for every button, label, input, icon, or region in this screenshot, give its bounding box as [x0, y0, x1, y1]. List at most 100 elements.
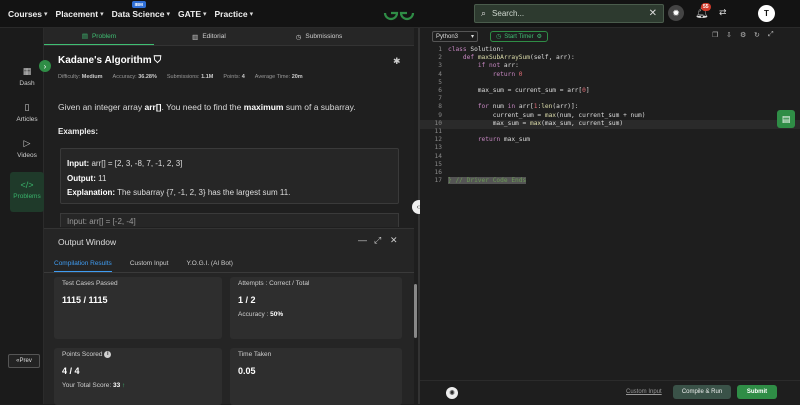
lightbulb-icon[interactable]: ✺ — [446, 387, 458, 399]
custom-input-link[interactable]: Custom Input — [626, 389, 662, 395]
editorial-icon: ▥ — [192, 33, 199, 41]
reset-icon[interactable]: ↻ — [754, 31, 760, 39]
search-icon: ⌕ — [481, 8, 487, 18]
info-icon[interactable]: i — [104, 351, 112, 358]
examples-heading: Examples: — [58, 127, 99, 136]
nav-data-science[interactable]: IBM Data Science ▾ — [112, 0, 171, 19]
problem-tabs: ▤ Problem ▥ Editorial ◷ Submissions — [44, 28, 414, 46]
code-line: 11 — [434, 128, 442, 135]
close-icon[interactable]: ✕ — [649, 8, 657, 19]
arrow-up-icon: ↑ — [122, 382, 126, 390]
language-select[interactable]: Python3 ▾ — [432, 31, 478, 42]
play-icon: ▷ — [23, 138, 31, 148]
example-card-partial: Input: arr[] = [-2, -4] — [60, 213, 399, 227]
code-line: 16 — [434, 169, 442, 176]
code-line: 5 — [438, 78, 442, 86]
code-line: 2 def maxSubArraySum(self, arr): — [438, 54, 575, 62]
code-line: 8 for num in arr[1:len(arr)]: — [438, 103, 579, 111]
tab-problem[interactable]: ▤ Problem — [44, 28, 154, 45]
chevron-down-icon: ▾ — [249, 10, 254, 18]
example-card: Input: arr[] = [2, 3, -8, 7, -1, 2, 3] O… — [60, 148, 399, 204]
prev-button[interactable]: « Prev — [8, 354, 40, 368]
maximize-icon[interactable]: ⤢ — [374, 235, 381, 246]
nav-placement[interactable]: Placement ▾ — [56, 9, 104, 19]
output-title: Output Window — [58, 237, 117, 247]
submit-button[interactable]: Submit — [737, 385, 777, 399]
code-line: 12 return max_sum — [434, 136, 530, 144]
compile-run-button[interactable]: Compile & Run — [673, 385, 731, 399]
timer-icon: ◷ — [496, 34, 502, 40]
attempts-value: 1 / 2 — [238, 295, 256, 305]
points-value: 4 / 4 — [62, 366, 80, 377]
nav-practice[interactable]: Practice ▾ — [215, 9, 254, 19]
editor-footer: ✺ Custom Input Compile & Run Submit — [420, 380, 800, 404]
rail-item-videos[interactable]: ▷ Videos — [10, 138, 44, 159]
tab-compilation-results[interactable]: Compilation Results — [54, 255, 112, 272]
time-value: 0.05 — [238, 366, 256, 376]
expand-sidebar-icon[interactable]: › — [39, 60, 51, 72]
accuracy-line: Accuracy : 50% — [238, 311, 284, 318]
code-line: 13 — [434, 144, 442, 152]
code-line: 4 return 0 — [438, 70, 523, 78]
chevron-down-icon: ▾ — [100, 10, 104, 18]
chevron-down-icon: ▾ — [470, 34, 474, 40]
settings-icon[interactable]: ⚙ — [740, 31, 746, 39]
search-input[interactable]: Search... — [492, 9, 643, 18]
copy-icon[interactable]: ❐ — [712, 31, 718, 39]
chevron-down-icon: ▾ — [203, 10, 207, 18]
test-cases-value: 1115 / 1115 — [62, 295, 108, 305]
bug-report-icon[interactable]: ✱ — [393, 56, 401, 67]
code-line: 10 max_sum = max(max_sum, current_sum) — [434, 119, 624, 127]
minimize-icon[interactable]: — — [358, 235, 367, 245]
chat-icon[interactable]: ▤ — [777, 110, 795, 128]
rail-item-problems[interactable]: </> Problems — [10, 172, 44, 212]
total-score-line: Your Total Score: 33 ↑ — [62, 382, 126, 390]
tab-custom-input[interactable]: Custom Input — [130, 255, 169, 272]
rail-item-articles[interactable]: ▯ Articles — [10, 102, 44, 123]
notification-badge: 55 — [701, 3, 711, 11]
problem-meta: Difficulty: Medium Accuracy: 36.28% Subm… — [58, 74, 303, 80]
document-icon: ▤ — [81, 33, 88, 40]
avatar[interactable]: T — [758, 5, 775, 22]
bookmark-icon[interactable]: ⛉ — [154, 55, 162, 66]
gfg-logo[interactable] — [382, 4, 416, 22]
tab-submissions[interactable]: ◷ Submissions — [264, 28, 374, 45]
ibm-badge: IBM — [131, 0, 146, 8]
problem-title: Kadane's Algorithm ⛉ — [58, 55, 162, 66]
output-scrollbar[interactable] — [414, 284, 417, 338]
search-bar[interactable]: ⌕ Search... ✕ — [474, 4, 664, 23]
nav-courses[interactable]: Courses ▾ — [8, 9, 48, 19]
test-cases-card: Test Cases Passed 1115 / 1115 — [54, 277, 222, 339]
fullscreen-icon[interactable]: ⤢ — [768, 31, 774, 39]
tab-yogi-ai-bot[interactable]: Y.O.G.I. (AI Bot) — [186, 255, 232, 272]
settings-icon: ⚙ — [536, 34, 542, 40]
code-line: 7 — [438, 95, 442, 103]
start-timer-button[interactable]: ◷ Start Timer ⚙ — [490, 31, 548, 42]
translate-icon[interactable]: ⇄ — [719, 7, 727, 18]
attempts-card: Attempts : Correct / Total 1 / 2 Accurac… — [230, 277, 402, 339]
tab-editorial[interactable]: ▥ Editorial — [154, 28, 264, 45]
problem-description: Given an integer array arr[]. You need t… — [58, 102, 356, 112]
output-window: Output Window — ⤢ ✕ Compilation Results … — [44, 228, 414, 405]
code-area[interactable]: 1 class Solution: 2 def maxSubArraySum(se… — [420, 46, 800, 336]
output-tabs: Compilation Results Custom Input Y.O.G.I… — [44, 255, 414, 273]
chevron-down-icon: ▾ — [166, 10, 171, 18]
code-line: 14 — [434, 152, 442, 160]
theme-toggle-icon[interactable]: ✹ — [668, 5, 684, 21]
code-line: 3 if not arr: — [438, 62, 519, 70]
code-icon: </> — [20, 180, 34, 190]
points-card: Points Scored i 4 / 4 Your Total Score: … — [54, 348, 222, 405]
close-icon[interactable]: ✕ — [390, 235, 398, 246]
nav-gate[interactable]: GATE ▾ — [178, 9, 207, 19]
code-line: 15 — [434, 160, 442, 168]
time-card: Time Taken 0.05 — [230, 348, 402, 405]
download-icon[interactable]: ⇩ — [726, 31, 732, 39]
chevron-down-icon: ▾ — [44, 10, 48, 18]
left-rail: ▦ Dash ▯ Articles ▷ Videos </> Problems « Pr… — [0, 28, 44, 404]
clock-icon: ◷ — [295, 33, 302, 41]
book-icon: ▯ — [24, 102, 30, 112]
code-editor-panel: Python3 ▾ ◷ Start Timer ⚙ ❐ ⇩ ⚙ ↻ ⤢ 1 class … — [420, 28, 800, 404]
code-line: 9 current_sum = max(num, current_sum + n… — [438, 111, 646, 119]
code-line: 6 max_sum = current_sum = arr[0] — [438, 87, 590, 94]
code-line: 17} // Driver Code Ends — [434, 177, 527, 185]
